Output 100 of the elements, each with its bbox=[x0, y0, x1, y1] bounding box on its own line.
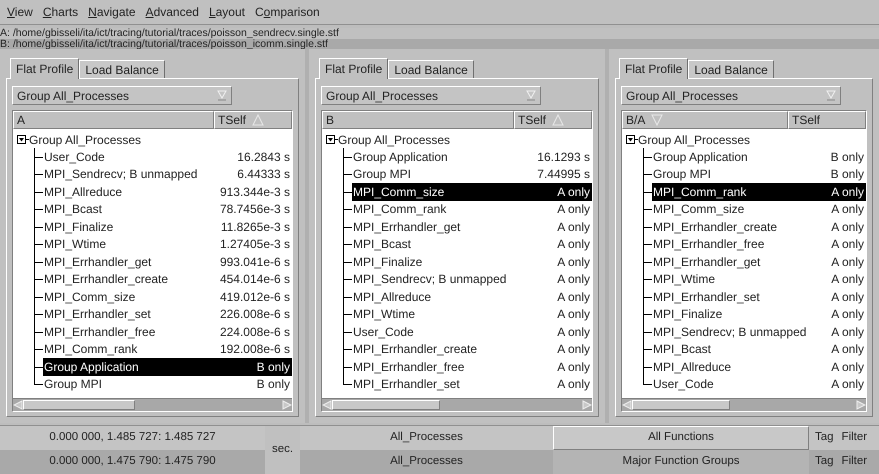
tself-value: A only bbox=[556, 271, 590, 288]
tree-row[interactable]: MPI_Errhandler_free A only bbox=[652, 236, 866, 253]
menu-item[interactable]: Charts bbox=[38, 3, 84, 21]
tself-value: 192.008e-6 s bbox=[218, 341, 290, 358]
tree-row[interactable]: MPI_Finalize A only bbox=[352, 253, 592, 270]
tree-row[interactable]: MPI_Errhandler_set A only bbox=[352, 376, 592, 393]
tree-row[interactable]: MPI_Bcast 78.7456e-3 s bbox=[43, 200, 292, 218]
tree-row[interactable]: MPI_Comm_size A only bbox=[652, 200, 866, 218]
scroll-right-arrow-icon[interactable] bbox=[856, 400, 866, 410]
scroll-right-arrow-icon[interactable] bbox=[582, 400, 592, 410]
tree-row[interactable]: MPI_Allreduce A only bbox=[652, 358, 866, 376]
tree-row[interactable]: MPI_Errhandler_get A only bbox=[352, 218, 592, 236]
menu-item[interactable]: Advanced bbox=[140, 3, 204, 21]
tree-row[interactable]: MPI_Bcast A only bbox=[652, 340, 866, 358]
group-dropdown[interactable]: Group All_Processes bbox=[321, 86, 541, 105]
column-header[interactable]: A bbox=[13, 111, 214, 129]
tag-button[interactable]: Tag bbox=[809, 426, 840, 450]
tree-root[interactable]: Group All_Processes bbox=[338, 130, 450, 148]
function-group-button[interactable]: Major Function Groups bbox=[553, 450, 809, 474]
column-header[interactable]: B/A bbox=[622, 111, 788, 129]
filter-button[interactable]: Filter bbox=[840, 450, 870, 474]
tree-row[interactable]: MPI_Bcast A only bbox=[352, 236, 592, 253]
tree-row[interactable]: MPI_Comm_rank A only bbox=[352, 200, 592, 218]
tree-row[interactable]: MPI_Comm_rank A only bbox=[652, 183, 866, 200]
tree-row[interactable]: MPI_Errhandler_free 224.008e-6 s bbox=[43, 323, 292, 340]
tself-value: 913.344e-3 s bbox=[218, 184, 290, 201]
tab[interactable]: Flat Profile bbox=[10, 58, 80, 79]
tree-row[interactable]: MPI_Comm_size A only bbox=[352, 183, 592, 200]
column-header[interactable]: TSelf bbox=[514, 111, 592, 129]
scroll-left-arrow-icon[interactable] bbox=[622, 400, 632, 410]
horizontal-scrollbar[interactable] bbox=[13, 398, 292, 411]
function-name: User_Code bbox=[44, 148, 105, 166]
scroll-right-arrow-icon[interactable] bbox=[282, 400, 292, 410]
horizontal-scrollbar[interactable] bbox=[322, 398, 592, 411]
tree-row[interactable]: Group MPI B only bbox=[43, 376, 292, 393]
column-header[interactable]: B bbox=[322, 111, 514, 129]
scroll-left-arrow-icon[interactable] bbox=[13, 400, 23, 410]
menu-item[interactable]: Comparison bbox=[250, 3, 325, 21]
tself-value: 78.7456e-3 s bbox=[218, 201, 290, 218]
group-dropdown[interactable]: Group All_Processes bbox=[12, 86, 232, 105]
tree-row[interactable]: MPI_Errhandler_set A only bbox=[652, 288, 866, 306]
tree-root[interactable]: Group All_Processes bbox=[29, 130, 142, 148]
tself-value: 6.44333 s bbox=[236, 166, 290, 184]
menu-item[interactable]: Navigate bbox=[83, 3, 141, 21]
tree-row[interactable]: MPI_Wtime A only bbox=[352, 306, 592, 323]
tree-row[interactable]: MPI_Wtime 1.27405e-3 s bbox=[43, 236, 292, 253]
tab[interactable]: Load Balance bbox=[688, 60, 774, 78]
tree-row[interactable]: MPI_Finalize 11.8265e-3 s bbox=[43, 218, 292, 236]
tree-row[interactable]: Group Application 16.1293 s bbox=[352, 148, 592, 166]
tree-row[interactable]: MPI_Errhandler_create 454.014e-6 s bbox=[43, 270, 292, 288]
tree-row[interactable]: MPI_Sendrecv; B unmapped 6.44333 s bbox=[43, 166, 292, 183]
tree-row[interactable]: MPI_Comm_size 419.012e-6 s bbox=[43, 288, 292, 306]
tree-row[interactable]: MPI_Errhandler_create A only bbox=[652, 218, 866, 236]
tself-value: A only bbox=[556, 218, 590, 236]
tag-button[interactable]: Tag bbox=[809, 450, 840, 474]
tab[interactable]: Flat Profile bbox=[619, 58, 688, 79]
function-name: MPI_Errhandler_set bbox=[653, 288, 760, 306]
tree-row[interactable]: MPI_Comm_rank 192.008e-6 s bbox=[43, 340, 292, 358]
tree-row[interactable]: User_Code A only bbox=[352, 323, 592, 340]
tab[interactable]: Flat Profile bbox=[319, 58, 388, 79]
tree-row[interactable]: MPI_Sendrecv; B unmapped A only bbox=[352, 270, 592, 288]
tree-row[interactable]: MPI_Errhandler_free A only bbox=[352, 358, 592, 376]
menu-item[interactable]: View bbox=[2, 3, 38, 21]
menu-item[interactable]: Layout bbox=[204, 3, 250, 21]
tree-row[interactable]: MPI_Errhandler_create A only bbox=[352, 340, 592, 358]
tree-row[interactable]: MPI_Wtime A only bbox=[652, 270, 866, 288]
tself-value: 454.014e-6 s bbox=[218, 271, 290, 288]
tree-row[interactable]: MPI_Errhandler_get A only bbox=[652, 253, 866, 270]
column-header[interactable]: TSelf bbox=[788, 111, 866, 129]
scroll-left-arrow-icon[interactable] bbox=[322, 400, 332, 410]
tree-root[interactable]: Group All_Processes bbox=[638, 130, 750, 148]
tree-row[interactable]: Group Application B only bbox=[43, 358, 292, 376]
tree-row[interactable]: Group Application B only bbox=[652, 148, 866, 166]
tree-row[interactable]: MPI_Errhandler_set 226.008e-6 s bbox=[43, 306, 292, 323]
column-header[interactable]: TSelf bbox=[214, 111, 292, 129]
function-name: MPI_Sendrecv; B unmapped bbox=[44, 166, 198, 184]
tree-row[interactable]: Group MPI B only bbox=[652, 166, 866, 183]
tree-row[interactable]: Group MPI 7.44995 s bbox=[352, 166, 592, 183]
tree-row[interactable]: MPI_Allreduce 913.344e-3 s bbox=[43, 183, 292, 200]
horizontal-scrollbar[interactable] bbox=[622, 398, 866, 411]
filter-button[interactable]: Filter bbox=[840, 426, 870, 450]
function-name: MPI_Finalize bbox=[653, 306, 722, 324]
tree-row[interactable]: MPI_Finalize A only bbox=[652, 306, 866, 323]
tself-value: B only bbox=[256, 376, 290, 394]
tree-row[interactable]: MPI_Allreduce A only bbox=[352, 288, 592, 306]
sort-ascending-icon bbox=[552, 114, 564, 126]
tree-row[interactable]: MPI_Sendrecv; B unmapped A only bbox=[652, 323, 866, 340]
collapse-icon[interactable] bbox=[326, 135, 335, 144]
group-dropdown[interactable]: Group All_Processes bbox=[621, 86, 841, 105]
tree-row[interactable]: MPI_Errhandler_get 993.041e-6 s bbox=[43, 253, 292, 270]
function-group-button[interactable]: All Functions bbox=[553, 426, 809, 450]
tree-row[interactable]: User_Code A only bbox=[652, 376, 866, 393]
tself-value: A only bbox=[830, 306, 864, 324]
tab[interactable]: Load Balance bbox=[388, 60, 474, 78]
tab[interactable]: Load Balance bbox=[79, 60, 165, 78]
function-name: MPI_Errhandler_set bbox=[44, 306, 151, 324]
collapse-icon[interactable] bbox=[626, 135, 635, 144]
tree-row[interactable]: User_Code 16.2843 s bbox=[43, 148, 292, 166]
tself-value: B only bbox=[830, 148, 864, 166]
collapse-icon[interactable] bbox=[17, 135, 26, 144]
